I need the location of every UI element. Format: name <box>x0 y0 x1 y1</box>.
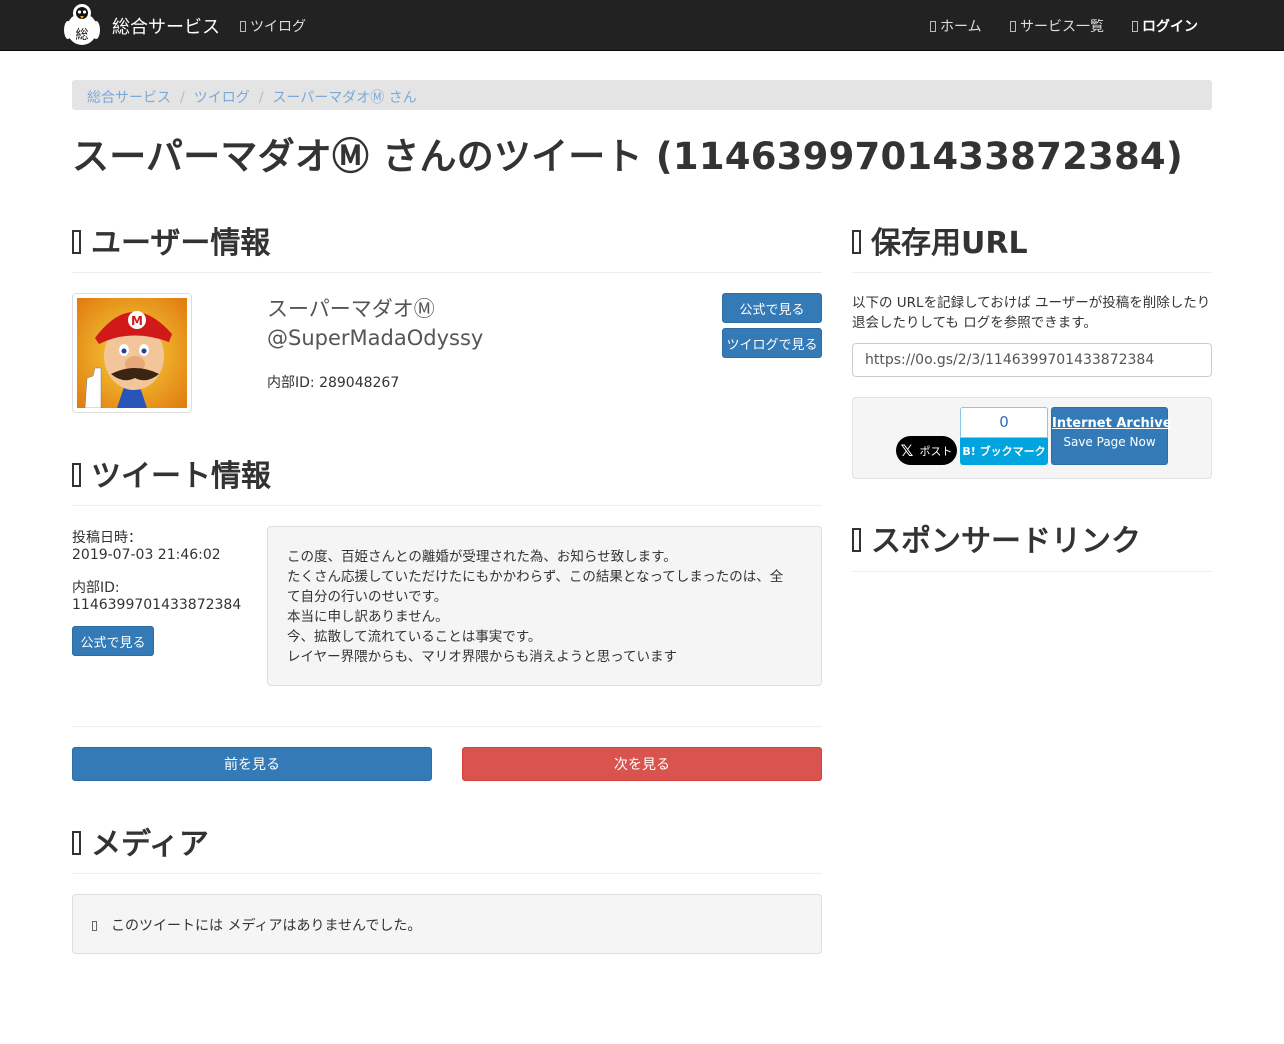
divider <box>72 272 822 273</box>
user-handle: @SuperMadaOdyssy <box>267 326 484 350</box>
tweet-id-value: 1146399701433872384 <box>72 597 242 613</box>
tweet-text-line: て自分の行いのせいです。 <box>287 589 448 605</box>
top-navbar: 総 総合サービス ツイログ ホーム サービス一覧 ログイン <box>0 0 1284 51</box>
view-official-tweet-button[interactable]: 公式で見る <box>72 626 154 656</box>
user-icon <box>72 230 81 254</box>
nav-link-home[interactable]: ホーム <box>930 16 982 36</box>
view-official-user-button[interactable]: 公式で見る <box>722 293 822 323</box>
breadcrumb-separator: / <box>180 90 185 106</box>
user-name-block: スーパーマダオⓂ @SuperMadaOdyssy <box>267 295 483 353</box>
divider <box>72 873 822 874</box>
posted-label: 投稿日時： <box>72 530 142 546</box>
user-display-name: スーパーマダオⓂ <box>267 297 435 321</box>
hatena-bookmark-count: 0 <box>960 407 1048 438</box>
tweet-info-heading: ツイート情報 <box>72 451 271 495</box>
internet-archive-subtitle: Save Page Now <box>1063 435 1156 449</box>
list-icon <box>240 21 246 32</box>
divider <box>852 272 1212 273</box>
hatena-bookmark-label: B! ブックマーク <box>960 438 1048 465</box>
tweet-text-box: この度、百姫さんとの離婚が受理された為、お知らせ致します。 たくさん応援していた… <box>267 526 822 686</box>
breadcrumb-item-user[interactable]: スーパーマダオⓂ さん <box>272 90 416 106</box>
tweet-text-line: たくさん応援していただけたにもかかわらず、この結果となってしまったのは、全 <box>287 569 784 585</box>
page-title: スーパーマダオⓂ さんのツイート (1146399701433872384) <box>72 135 1183 178</box>
tweet-text-line: 本当に申し訳ありません。 <box>287 609 449 625</box>
breadcrumb-separator: / <box>258 90 264 106</box>
user-internal-id: 内部ID: 289048267 <box>267 375 400 391</box>
nav-link-login[interactable]: ログイン <box>1132 16 1198 36</box>
view-tweetlog-user-button[interactable]: ツイログで見る <box>722 328 822 358</box>
breadcrumb: 総合サービス / ツイログ / スーパーマダオⓂ さん <box>72 80 1212 110</box>
tweet-text-line: 今、拡散して流れていることは事実です。 <box>287 629 542 645</box>
brand-title[interactable]: 総合サービス <box>112 13 220 39</box>
grid-icon <box>1010 21 1016 32</box>
media-empty-box: このツイートには メディアはありませんでした。 <box>72 894 822 954</box>
home-icon <box>930 21 936 32</box>
nav-link-tweet-log[interactable]: ツイログ <box>240 16 306 36</box>
tweet-text-line: レイヤー界隈からも、マリオ界隈からも消えようと思っています <box>287 649 678 665</box>
save-url-input[interactable] <box>852 343 1212 377</box>
nav-link-services[interactable]: サービス一覧 <box>1010 16 1104 36</box>
prev-tweet-button[interactable]: 前を見る <box>72 747 432 781</box>
svg-text:総: 総 <box>75 28 88 43</box>
info-icon <box>92 921 97 931</box>
tweet-text-line: この度、百姫さんとの離婚が受理された為、お知らせ致します。 <box>287 549 677 565</box>
x-logo-icon: 𝕏 <box>900 441 914 460</box>
picture-icon <box>72 831 81 855</box>
hatena-bookmark-button[interactable]: 0 B! ブックマーク <box>960 407 1048 465</box>
next-tweet-button[interactable]: 次を見る <box>462 747 822 781</box>
user-avatar-image: M <box>77 298 187 409</box>
link-icon <box>852 230 861 254</box>
login-icon <box>1132 21 1138 32</box>
avatar[interactable]: M <box>72 293 192 413</box>
breadcrumb-item-services[interactable]: 総合サービス <box>87 90 171 106</box>
breadcrumb-item-tweet-log[interactable]: ツイログ <box>194 90 250 106</box>
posted-value: 2019-07-03 21:46:02 <box>72 547 221 563</box>
comment-icon <box>72 463 81 487</box>
divider <box>72 505 822 506</box>
bullhorn-icon <box>852 528 861 552</box>
tweet-id-label: 内部ID: <box>72 580 120 596</box>
save-url-description: 以下の URLを記録しておけば ユーザーが投稿を削除したり 退会したりしても ロ… <box>852 295 1211 331</box>
sponsored-heading: スポンサードリンク <box>852 516 1141 560</box>
divider <box>852 571 1212 572</box>
divider <box>72 726 822 727</box>
tweet-share-button[interactable]: 𝕏 ポスト <box>896 436 957 465</box>
svg-text:M: M <box>131 314 143 328</box>
media-heading: メディア <box>72 819 209 863</box>
penguin-logo-icon[interactable]: 総 <box>60 2 104 46</box>
internet-archive-button[interactable]: Internet Archive Save Page Now <box>1051 407 1172 465</box>
save-url-heading: 保存用URL <box>852 218 1028 262</box>
user-info-heading: ユーザー情報 <box>72 218 270 262</box>
internet-archive-title: Internet Archive <box>1052 416 1172 431</box>
